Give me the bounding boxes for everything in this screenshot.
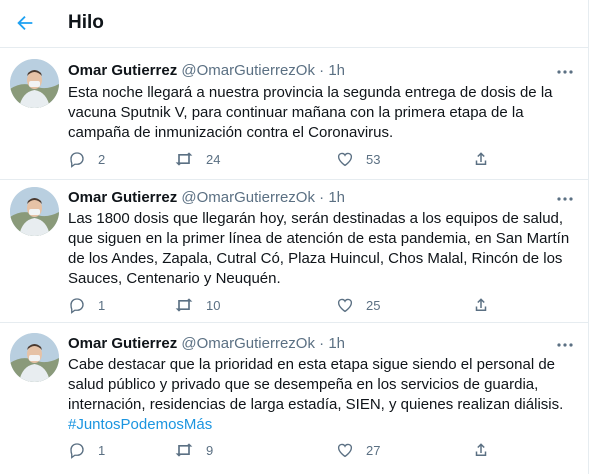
- tweet-text-line: Sauces, Centenario y Neuquén.: [68, 270, 281, 287]
- back-button[interactable]: [8, 6, 42, 40]
- retweet-count: 24: [206, 151, 221, 167]
- like-count: 27: [366, 442, 381, 458]
- retweet-icon: [175, 443, 193, 457]
- arrow-left-icon: [17, 15, 33, 31]
- share-button[interactable]: [472, 295, 490, 315]
- tweet-text-line: Esta noche llegará a nuestra provincia l…: [68, 84, 553, 101]
- tweet-actions: 1 10 25: [68, 295, 508, 315]
- page-title: Hilo: [68, 12, 104, 33]
- avatar[interactable]: [10, 333, 59, 382]
- like-button[interactable]: 25: [336, 295, 380, 315]
- tweet-text-line: internación, residencias de larga estadí…: [68, 396, 564, 413]
- tweet-text: Esta noche llegará a nuestra provincia l…: [68, 83, 578, 143]
- timestamp[interactable]: 1h: [328, 189, 345, 206]
- tweet-text-line: de los Andes, Zapala, Cutral Có, Plaza H…: [68, 250, 563, 267]
- tweet-meta: Omar Gutierrez @OmarGutierrezOk · 1h: [68, 62, 345, 79]
- reply-icon: [70, 443, 84, 459]
- reply-count: 2: [98, 151, 106, 167]
- reply-button[interactable]: 1: [68, 295, 105, 315]
- like-button[interactable]: 27: [336, 440, 380, 460]
- tweet-text-line: Las 1800 dosis que llegarán hoy, serán d…: [68, 210, 564, 227]
- like-count: 53: [366, 151, 381, 167]
- tweet-meta: Omar Gutierrez @OmarGutierrezOk · 1h: [68, 335, 345, 352]
- like-count: 25: [366, 297, 381, 313]
- share-icon: [475, 152, 487, 165]
- tweet-text-line: salud público y privado que se desempeña…: [68, 376, 539, 393]
- avatar-photo: [10, 333, 59, 382]
- heart-icon: [337, 152, 353, 167]
- author-name[interactable]: Omar Gutierrez: [68, 189, 177, 206]
- tweet-text-line: vacuna Sputnik V, para continuar mañana …: [68, 104, 524, 121]
- tweet[interactable]: Omar Gutierrez @OmarGutierrezOk · 1h Cab…: [0, 323, 589, 474]
- retweet-button[interactable]: 9: [174, 440, 213, 460]
- tweet-text: Cabe destacar que la prioridad en esta e…: [68, 355, 578, 435]
- more-horizontal-icon: [557, 343, 573, 347]
- tweet-text-line: que siguen en la primer línea de atenció…: [68, 230, 570, 247]
- more-button[interactable]: [555, 192, 575, 206]
- timestamp[interactable]: 1h: [328, 335, 345, 352]
- more-horizontal-icon: [557, 197, 573, 201]
- share-icon: [475, 298, 487, 311]
- retweet-count: 9: [206, 442, 214, 458]
- share-button[interactable]: [472, 149, 490, 169]
- header: Hilo: [0, 0, 589, 48]
- separator-dot: ·: [319, 189, 325, 206]
- retweet-button[interactable]: 10: [174, 295, 220, 315]
- more-button[interactable]: [555, 338, 575, 352]
- avatar[interactable]: [10, 59, 59, 108]
- reply-icon: [70, 152, 84, 168]
- reply-button[interactable]: 1: [68, 440, 105, 460]
- thread-panel: Hilo Omar Gutierrez @OmarGutierrezOk · 1…: [0, 0, 589, 474]
- heart-icon: [337, 298, 353, 313]
- heart-icon: [337, 443, 353, 458]
- author-handle[interactable]: @OmarGutierrezOk: [181, 189, 315, 206]
- author-handle[interactable]: @OmarGutierrezOk: [181, 335, 315, 352]
- tweet-text: Las 1800 dosis que llegarán hoy, serán d…: [68, 209, 578, 289]
- author-name[interactable]: Omar Gutierrez: [68, 335, 177, 352]
- avatar-photo: [10, 59, 59, 108]
- reply-count: 1: [98, 442, 106, 458]
- separator-dot: ·: [319, 62, 325, 79]
- tweet[interactable]: Omar Gutierrez @OmarGutierrezOk · 1h Est…: [0, 48, 589, 180]
- hashtag-link[interactable]: #JuntosPodemosMás: [68, 415, 578, 435]
- separator-dot: ·: [319, 335, 325, 352]
- reply-button[interactable]: 2: [68, 149, 105, 169]
- tweet-actions: 2 24 53: [68, 149, 508, 169]
- more-horizontal-icon: [557, 70, 573, 74]
- tweet-meta: Omar Gutierrez @OmarGutierrezOk · 1h: [68, 189, 345, 206]
- retweet-icon: [175, 152, 193, 166]
- retweet-button[interactable]: 24: [174, 149, 220, 169]
- author-name[interactable]: Omar Gutierrez: [68, 62, 177, 79]
- author-handle[interactable]: @OmarGutierrezOk: [181, 62, 315, 79]
- tweet-text-line: campaña de inmunización contra el Corona…: [68, 124, 394, 141]
- timestamp[interactable]: 1h: [328, 62, 345, 79]
- reply-icon: [70, 298, 84, 314]
- avatar-photo: [10, 187, 59, 236]
- tweet-text-line: Cabe destacar que la prioridad en esta e…: [68, 356, 556, 373]
- share-icon: [475, 443, 487, 456]
- tweet-actions: 1 9 27: [68, 440, 508, 460]
- avatar[interactable]: [10, 187, 59, 236]
- tweet[interactable]: Omar Gutierrez @OmarGutierrezOk · 1h Las…: [0, 180, 589, 323]
- more-button[interactable]: [555, 65, 575, 79]
- like-button[interactable]: 53: [336, 149, 380, 169]
- retweet-icon: [175, 298, 193, 312]
- reply-count: 1: [98, 297, 106, 313]
- share-button[interactable]: [472, 440, 490, 460]
- retweet-count: 10: [206, 297, 221, 313]
